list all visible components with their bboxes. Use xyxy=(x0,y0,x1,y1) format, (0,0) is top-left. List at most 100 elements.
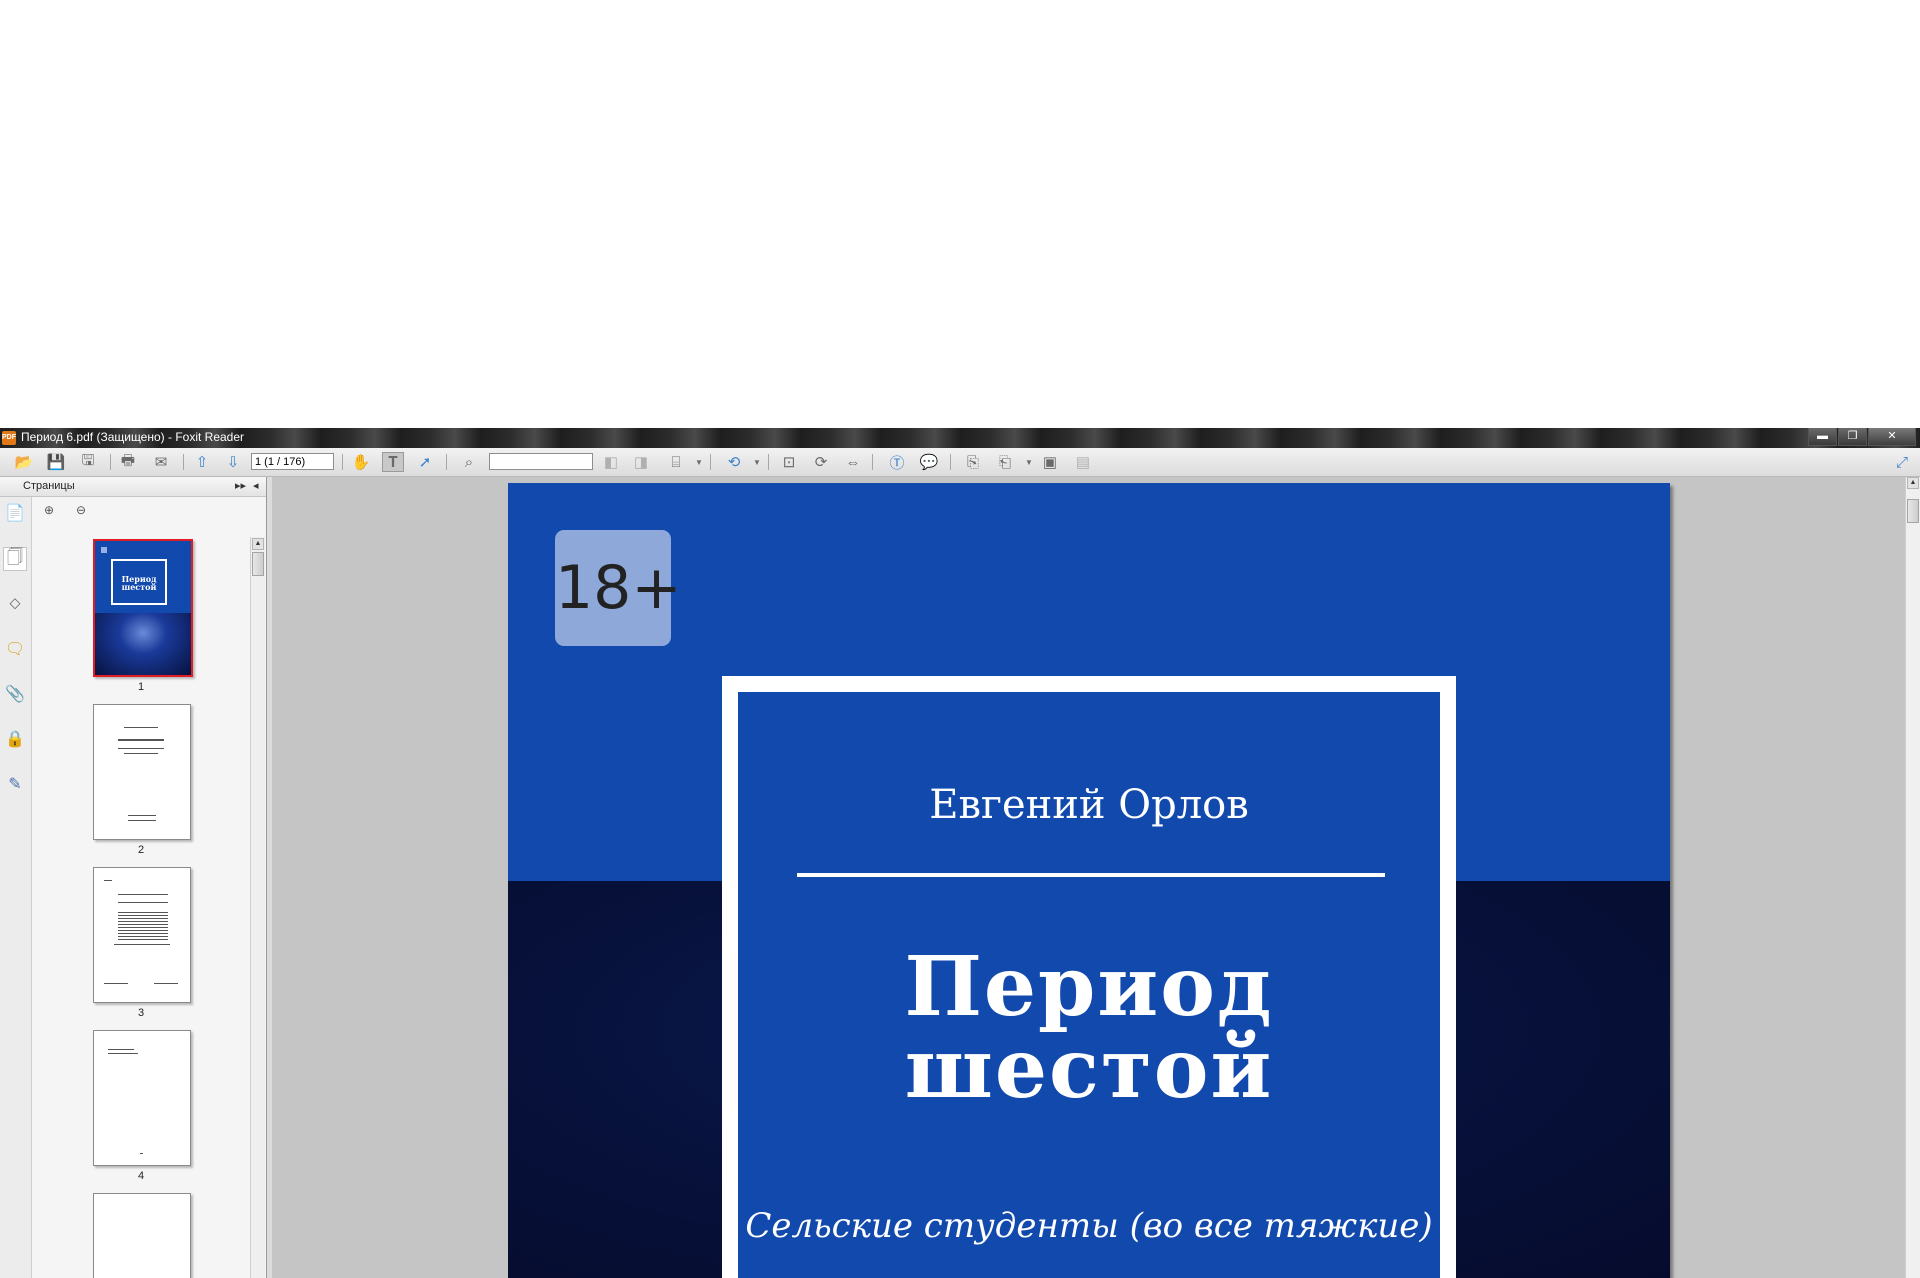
thumbnail-text-line xyxy=(118,894,168,895)
bookmark-icon[interactable]: ⬦ xyxy=(3,592,27,616)
sidebar-collapse-button[interactable]: ◂ xyxy=(253,479,259,492)
note-icon[interactable]: 💬 xyxy=(918,452,940,472)
pdf-page: 18+ Евгений Орлов Период шестой Сельские… xyxy=(508,483,1670,1278)
title-bar: PDF Период 6.pdf (Защищено) - Foxit Read… xyxy=(0,428,1920,448)
thumbnail-scrollbar[interactable]: ▲ xyxy=(250,537,265,1278)
search-options-icon[interactable]: ⌸ xyxy=(665,452,687,472)
thumbnail-cover-image xyxy=(95,613,191,675)
thumbnail-page-4[interactable] xyxy=(93,1030,191,1166)
thumbnail-cover-title: Период шестой xyxy=(121,574,157,592)
find-previous-icon[interactable]: ◧ xyxy=(600,452,622,472)
thumbnail-page-3[interactable] xyxy=(93,867,191,1003)
document-scrollbar-thumb[interactable] xyxy=(1907,499,1919,523)
zoom-dropdown-icon[interactable]: ▼ xyxy=(750,452,764,472)
fit-page-icon[interactable]: ⟳ xyxy=(810,452,832,472)
save-all-icon[interactable]: 🖫 xyxy=(77,452,99,472)
pdf-export-icon[interactable]: ⎗ xyxy=(994,452,1016,472)
hand-tool-icon[interactable]: ✋ xyxy=(350,452,372,472)
scroll-up-arrow-icon[interactable]: ▲ xyxy=(1907,477,1919,489)
app-icon: PDF xyxy=(2,431,16,445)
cover-title-line-2: шестой xyxy=(904,1021,1274,1117)
print-icon[interactable]: 🖶 xyxy=(117,452,139,472)
select-text-icon[interactable]: 𝐓 xyxy=(382,452,404,472)
signature-icon[interactable]: ✎ xyxy=(3,772,27,796)
window-title: Период 6.pdf (Защищено) - Foxit Reader xyxy=(21,430,245,444)
thumbnail-page-5[interactable] xyxy=(93,1193,191,1278)
toolbar-divider xyxy=(183,454,184,470)
dropdown-arrow-icon[interactable]: ▼ xyxy=(692,452,706,472)
save-icon[interactable]: 💾 xyxy=(45,452,67,472)
sidebar-title: Страницы xyxy=(23,480,75,492)
actual-size-icon[interactable]: ⊡ xyxy=(778,452,800,472)
cover-title: Период шестой xyxy=(738,946,1440,1110)
document-view[interactable]: 18+ Евгений Орлов Период шестой Сельские… xyxy=(272,477,1905,1278)
open-icon[interactable]: 📂 xyxy=(13,452,35,472)
restore-button[interactable]: ❐ xyxy=(1838,428,1867,446)
find-binoculars-icon[interactable]: ⌕ xyxy=(458,452,480,472)
thumbnail-text-line xyxy=(114,944,170,945)
toolbar-divider xyxy=(872,454,873,470)
window-controls: ▬ ❐ ✕ xyxy=(1807,428,1916,446)
foxit-reader-window: PDF Период 6.pdf (Защищено) - Foxit Read… xyxy=(0,428,1920,1278)
next-page-icon[interactable]: ⇩ xyxy=(222,452,244,472)
toolbar-divider xyxy=(342,454,343,470)
email-icon[interactable]: ✉ xyxy=(150,452,172,472)
select-arrow-icon[interactable]: ➚ xyxy=(414,452,436,472)
thumbnail-text-line xyxy=(140,1153,143,1154)
page-number-input[interactable]: 1 (1 / 176) xyxy=(251,453,334,470)
scrollbar-thumb[interactable] xyxy=(252,552,264,576)
thumbnail-badge xyxy=(101,547,107,553)
thumbnail-page-2[interactable] xyxy=(93,704,191,840)
attachments-icon[interactable]: 📎 xyxy=(3,682,27,706)
thumbnail-page-1[interactable]: Период шестой xyxy=(93,539,193,677)
thumbnail-text-line xyxy=(128,815,156,816)
main-toolbar: 📂 💾 🖫 🖶 ✉ ⇧ ⇩ 1 (1 / 176) ✋ 𝐓 ➚ ⌕ ◧ ◨ ⌸ … xyxy=(0,448,1920,477)
cover-divider xyxy=(797,873,1385,877)
cover-subtitle: Сельские студенты (во все тяжкие) xyxy=(745,1206,1433,1246)
navigation-sidebar: Страницы ▸▸ ◂ 📄 🗍 ⬦ 🗨 📎 🔒 ✎ ⊕ ⊖ Период ш… xyxy=(0,477,267,1278)
pages-options-icon[interactable]: 📄 xyxy=(3,501,27,525)
thumbnail-text-line xyxy=(108,1049,134,1050)
reduce-thumbnail-icon[interactable]: ⊖ xyxy=(72,501,90,519)
document-scrollbar[interactable]: ▲ xyxy=(1905,477,1920,1278)
scroll-up-arrow-icon[interactable]: ▲ xyxy=(252,538,264,550)
pdf-create-icon[interactable]: ⎘ xyxy=(962,452,984,472)
minimize-button[interactable]: ▬ xyxy=(1808,428,1837,446)
typewriter-icon[interactable]: Ⓣ xyxy=(886,452,908,472)
cover-title-frame: Евгений Орлов Период шестой Сельские сту… xyxy=(722,676,1456,1278)
toolbar-divider xyxy=(710,454,711,470)
toolbar-divider xyxy=(110,454,111,470)
sidebar-expand-button[interactable]: ▸▸ xyxy=(235,479,246,492)
toolbar-divider xyxy=(768,454,769,470)
toolbar-divider xyxy=(446,454,447,470)
thumbnail-text-line xyxy=(118,748,164,749)
search-input[interactable] xyxy=(489,453,593,470)
fit-width-icon[interactable]: ⇔ xyxy=(842,452,864,472)
thumbnail-text-line xyxy=(118,902,168,903)
zoom-fit-icon[interactable]: ⟲ xyxy=(723,452,745,472)
sidebar-tabs: 📄 🗍 ⬦ 🗨 📎 🔒 ✎ xyxy=(0,497,32,1278)
pdf-merge-icon[interactable]: ▣ xyxy=(1039,452,1061,472)
age-rating-badge: 18+ xyxy=(555,530,682,646)
comments-icon[interactable]: 🗨 xyxy=(3,637,27,661)
thumbnail-text-line xyxy=(104,983,128,984)
cover-title-line-1: Период xyxy=(904,939,1274,1035)
security-icon[interactable]: 🔒 xyxy=(3,727,27,751)
thumbnail-page-number: 4 xyxy=(137,1170,145,1182)
export-dropdown-icon[interactable]: ▼ xyxy=(1022,452,1036,472)
find-next-icon[interactable]: ◨ xyxy=(630,452,652,472)
thumbnail-text-line xyxy=(124,727,158,728)
enlarge-thumbnail-icon[interactable]: ⊕ xyxy=(40,501,58,519)
thumbnail-text-line xyxy=(124,753,158,754)
thumbnail-text-line xyxy=(108,1053,138,1054)
fullscreen-icon[interactable]: ⤢ xyxy=(1891,452,1913,472)
pages-tab-icon[interactable]: 🗍 xyxy=(3,547,27,571)
thumbnail-text-line xyxy=(104,880,112,881)
thumbnail-text-line xyxy=(118,739,164,741)
thumbnail-page-number: 1 xyxy=(137,681,145,693)
previous-page-icon[interactable]: ⇧ xyxy=(191,452,213,472)
pdf-split-icon[interactable]: ▤ xyxy=(1072,452,1094,472)
thumbnail-page-number: 2 xyxy=(137,844,145,856)
page-thumbnails-panel: ⊕ ⊖ Период шестой 1 2 3 4 ▲ xyxy=(32,497,266,1278)
close-button[interactable]: ✕ xyxy=(1868,428,1916,446)
